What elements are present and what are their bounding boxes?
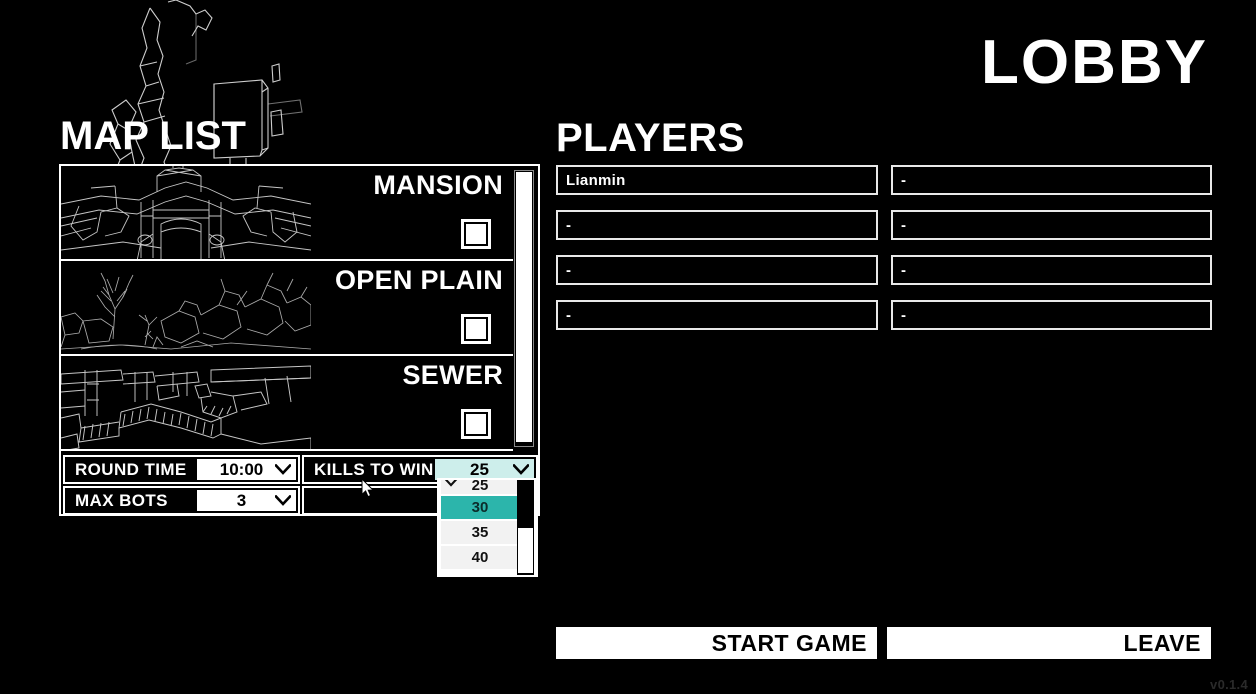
map-list-scrollbar-thumb[interactable] — [516, 172, 532, 442]
map-list-item[interactable]: SEWER — [61, 356, 513, 451]
setting-label-round-time: ROUND TIME — [75, 459, 187, 479]
map-checkbox[interactable] — [461, 219, 491, 249]
page-title: LOBBY — [981, 28, 1208, 97]
player-name: Lianmin — [566, 171, 626, 189]
chevron-down-icon — [274, 495, 292, 506]
map-checkbox[interactable] — [461, 314, 491, 344]
player-slot[interactable]: - — [891, 300, 1212, 330]
player-slot[interactable]: - — [891, 165, 1212, 195]
map-name: OPEN PLAIN — [334, 265, 503, 295]
player-name: - — [901, 171, 907, 189]
setting-label-kills-to-win: KILLS TO WIN — [314, 459, 434, 479]
map-name: MANSION — [373, 170, 503, 200]
kills-to-win-select[interactable]: 25 — [435, 459, 534, 480]
map-name: SEWER — [402, 360, 503, 390]
round-time-select[interactable]: 10:00 — [197, 459, 296, 480]
player-name: - — [901, 216, 907, 234]
player-slot[interactable]: - — [556, 300, 878, 330]
setting-label-max-bots: MAX BOTS — [75, 490, 168, 510]
player-slot[interactable]: - — [891, 210, 1212, 240]
dropdown-option-label: 40 — [471, 549, 489, 566]
map-list-scrollbar[interactable] — [514, 170, 534, 447]
version-label: v0.1.4 — [1210, 677, 1248, 692]
kills-to-win-dropdown-list[interactable]: 25 30 35 40 — [437, 478, 538, 577]
dropdown-options: 25 30 35 40 — [441, 480, 519, 571]
open-plain-thumbnail — [61, 261, 311, 354]
player-name: - — [901, 261, 907, 279]
setting-max-bots[interactable]: MAX BOTS 3 — [63, 486, 300, 515]
player-name: - — [566, 216, 572, 234]
max-bots-select[interactable]: 3 — [197, 490, 296, 511]
dropdown-option-label: 30 — [471, 499, 489, 516]
dropdown-option[interactable]: 25 — [441, 480, 519, 496]
round-time-value: 10:00 — [219, 459, 264, 479]
player-slot[interactable]: - — [891, 255, 1212, 285]
dropdown-option[interactable]: 40 — [441, 546, 519, 571]
start-game-button[interactable]: START GAME — [556, 627, 877, 659]
player-name: - — [566, 261, 572, 279]
players-heading: PLAYERS — [556, 116, 745, 160]
chevron-down-icon — [274, 464, 292, 475]
player-slot[interactable]: - — [556, 210, 878, 240]
player-slot[interactable]: - — [556, 255, 878, 285]
player-name: - — [901, 306, 907, 324]
mansion-thumbnail — [61, 166, 311, 259]
map-list-panel: MANSION OPEN PLAIN SEWER ROUND TIME 10:0… — [59, 164, 540, 516]
map-list-item[interactable]: MANSION — [61, 166, 513, 261]
setting-round-time[interactable]: ROUND TIME 10:00 — [63, 455, 300, 484]
player-slot[interactable]: Lianmin — [556, 165, 878, 195]
map-list-item[interactable]: OPEN PLAIN — [61, 261, 513, 356]
player-name: - — [566, 306, 572, 324]
map-list-scroll-area[interactable]: MANSION OPEN PLAIN SEWER — [61, 166, 513, 451]
map-list-heading: MAP LIST — [60, 114, 246, 158]
leave-button[interactable]: LEAVE — [887, 627, 1211, 659]
dropdown-option-label: 35 — [471, 524, 489, 541]
dropdown-scrollbar[interactable] — [517, 480, 534, 575]
max-bots-value: 3 — [236, 490, 247, 510]
kills-to-win-value: 25 — [470, 459, 489, 479]
map-checkbox[interactable] — [461, 409, 491, 439]
dropdown-scrollbar-thumb[interactable] — [518, 528, 533, 573]
dropdown-option[interactable]: 35 — [441, 521, 519, 546]
dropdown-option[interactable]: 30 — [441, 496, 519, 521]
lobby-screen: LOBBY MAP LIST PLAYERS MANSION OPEN PLAI… — [0, 0, 1256, 694]
dropdown-option-label: 25 — [471, 480, 489, 494]
sewer-thumbnail — [61, 356, 311, 449]
chevron-down-icon — [512, 464, 530, 475]
check-icon — [443, 480, 459, 487]
